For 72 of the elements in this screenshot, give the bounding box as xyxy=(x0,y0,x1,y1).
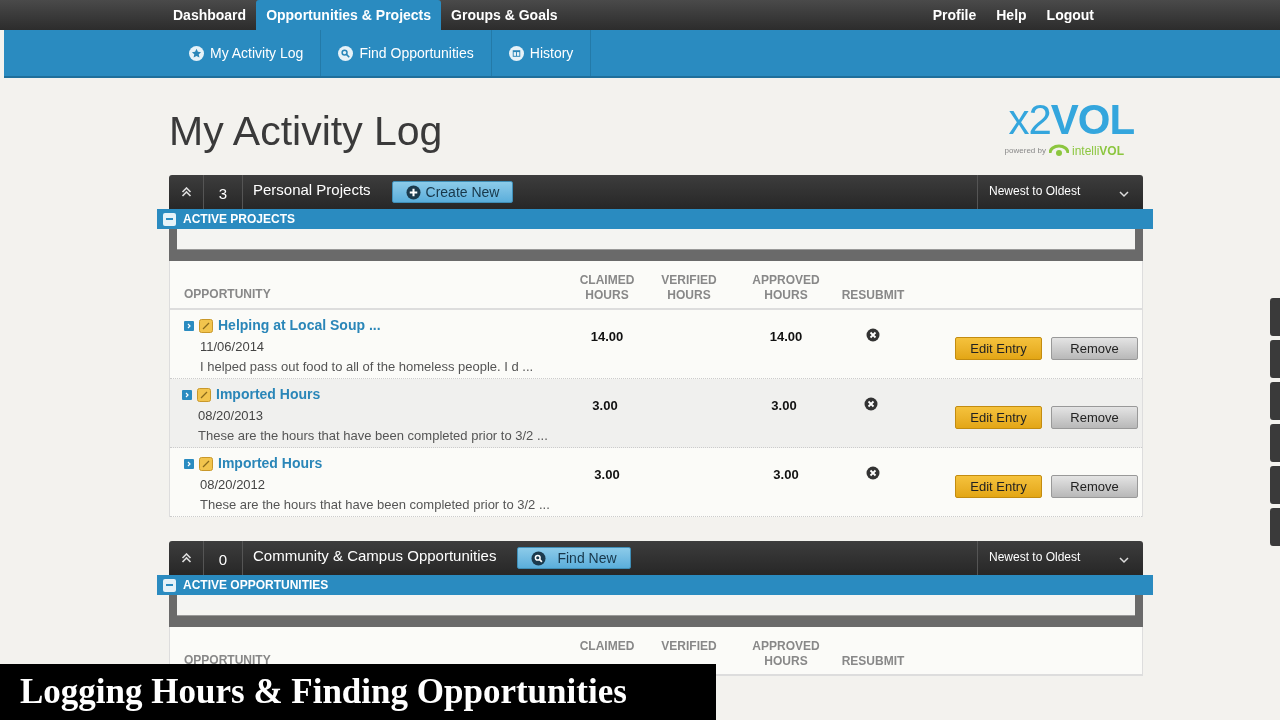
entry-description: I helped pass out food to all of the homeless people. I d ... xyxy=(200,357,535,376)
pencil-icon xyxy=(197,387,211,402)
nav-link[interactable]: Profile xyxy=(922,0,987,30)
group-label: ACTIVE PROJECTS xyxy=(183,211,296,228)
close-circle-icon xyxy=(866,466,880,480)
nav-tab[interactable]: Dashboard xyxy=(163,0,257,30)
entry-link[interactable]: Imported Hours xyxy=(218,453,323,474)
approved-hours: 14.00 xyxy=(768,328,804,346)
entry-description: These are the hours that have been completed prior to 3/2 ... xyxy=(198,426,549,445)
chevron-down-icon xyxy=(1119,556,1129,564)
double-chevron-up-icon xyxy=(180,553,192,563)
brand-text: intelliVOL xyxy=(1071,143,1124,160)
entry-date: 08/20/2013 xyxy=(198,407,265,425)
entry-date: 08/20/2012 xyxy=(200,476,267,494)
nav-tab[interactable]: Opportunities & Projects xyxy=(256,0,442,30)
caption-text: Logging Hours & Finding Opportunities xyxy=(20,670,627,713)
entry-link[interactable]: Imported Hours xyxy=(216,384,321,405)
star-icon xyxy=(189,45,204,61)
close-circle-icon xyxy=(866,328,880,342)
plus-icon xyxy=(405,184,421,200)
edit-button[interactable]: Edit Entry xyxy=(955,337,1042,360)
claimed-hours: 3.00 xyxy=(593,466,621,484)
powered-by-text: powered by xyxy=(1004,145,1046,157)
column-header: RESUBMIT xyxy=(841,654,905,669)
edit-button[interactable]: Edit Entry xyxy=(955,475,1042,498)
subnav-link[interactable]: History xyxy=(491,30,592,76)
column-header: VERIFIED xyxy=(660,639,718,654)
action-button[interactable]: Create New xyxy=(391,181,514,203)
search-icon xyxy=(338,45,354,61)
group-label: ACTIVE OPPORTUNITIES xyxy=(183,577,329,594)
collapse-group-icon[interactable] xyxy=(163,212,176,226)
expand-icon[interactable] xyxy=(182,389,192,400)
column-header: RESUBMIT xyxy=(841,288,905,303)
section-title: Personal Projects xyxy=(253,179,371,200)
column-header: CLAIMED HOURS xyxy=(578,273,636,303)
claimed-hours: 14.00 xyxy=(589,328,625,346)
double-chevron-up-icon xyxy=(180,187,192,197)
column-header: CLAIMED xyxy=(578,639,636,654)
edit-button[interactable]: Edit Entry xyxy=(955,406,1042,429)
section-title: Community & Campus Opportunities xyxy=(253,545,497,566)
eye-icon xyxy=(1048,144,1069,158)
column-header: APPROVED HOURS xyxy=(751,639,821,669)
entry-link[interactable]: Helping at Local Soup ... xyxy=(218,315,381,336)
nav-link[interactable]: Logout xyxy=(1036,0,1104,30)
remove-button[interactable]: Remove xyxy=(1051,475,1138,498)
remove-button[interactable]: Remove xyxy=(1051,337,1138,360)
search-icon xyxy=(531,550,547,566)
entry-date: 11/06/2014 xyxy=(200,338,266,356)
nav-link[interactable]: Help xyxy=(986,0,1037,30)
column-header: VERIFIED HOURS xyxy=(660,273,718,303)
collapse-group-icon[interactable] xyxy=(163,578,176,592)
calendar-icon xyxy=(508,45,524,61)
entry-description: These are the hours that have been completed prior to 3/2 ... xyxy=(200,495,551,514)
pencil-icon xyxy=(199,318,213,333)
action-button[interactable]: Find New xyxy=(517,547,631,569)
subnav-link[interactable]: Find Opportunities xyxy=(321,30,492,76)
column-header: APPROVED HOURS xyxy=(751,273,821,303)
chevron-down-icon xyxy=(1119,190,1129,198)
column-header: OPPORTUNITY xyxy=(184,652,272,669)
logo-text: x2VOL xyxy=(1008,98,1134,142)
pencil-icon xyxy=(199,456,213,471)
expand-icon[interactable] xyxy=(184,320,194,331)
nav-tab[interactable]: Groups & Goals xyxy=(441,0,568,30)
close-circle-icon xyxy=(864,397,878,411)
remove-button[interactable]: Remove xyxy=(1051,406,1138,429)
page-title: My Activity Log xyxy=(169,107,443,155)
claimed-hours: 3.00 xyxy=(591,397,619,415)
approved-hours: 3.00 xyxy=(772,466,800,484)
column-header: OPPORTUNITY xyxy=(184,286,272,303)
expand-icon[interactable] xyxy=(184,458,194,469)
subnav-link[interactable]: My Activity Log xyxy=(172,30,322,76)
approved-hours: 3.00 xyxy=(770,397,798,415)
